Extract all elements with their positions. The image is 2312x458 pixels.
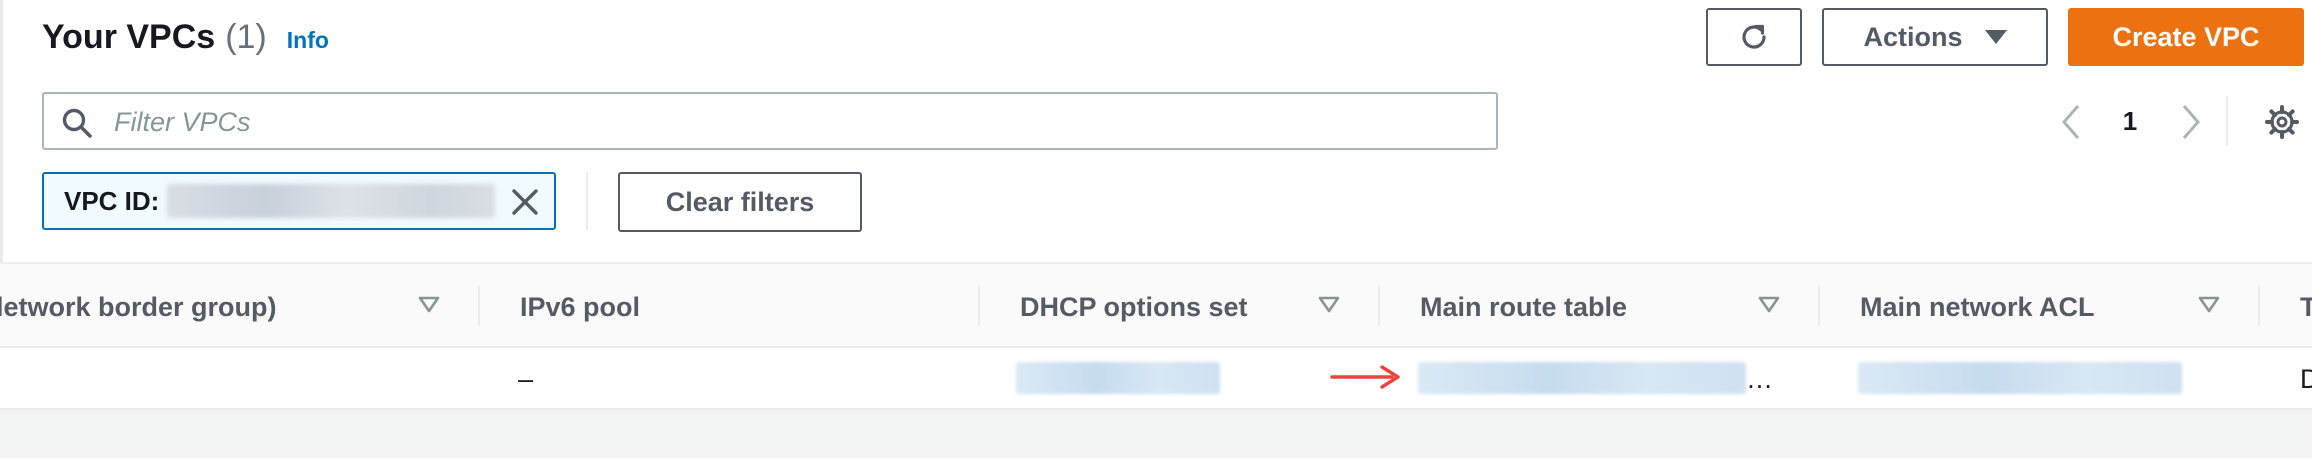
info-link[interactable]: Info bbox=[287, 27, 329, 54]
pagination-divider bbox=[2226, 96, 2228, 146]
refresh-icon bbox=[1742, 24, 1766, 49]
dhcp-options-link-redacted[interactable] bbox=[1016, 362, 1220, 394]
column-divider[interactable] bbox=[1378, 286, 1380, 326]
filter-search-box[interactable] bbox=[42, 92, 1498, 150]
create-vpc-button[interactable]: Create VPC bbox=[2068, 8, 2304, 66]
column-header-truncated[interactable]: T bbox=[2300, 292, 2312, 323]
column-divider[interactable] bbox=[2258, 286, 2260, 326]
filter-token-label: VPC ID: bbox=[64, 185, 160, 216]
truncated-cell: D bbox=[2300, 364, 2312, 394]
column-header-main-route-table[interactable]: Main route table bbox=[1420, 292, 1627, 323]
page-header: Your VPCs (1) Info bbox=[42, 18, 329, 57]
ipv6-pool-cell: – bbox=[518, 364, 534, 394]
column-header-dhcp-options-set[interactable]: DHCP options set bbox=[1020, 292, 1248, 323]
previous-page-icon[interactable] bbox=[2056, 100, 2086, 144]
column-divider[interactable] bbox=[978, 286, 980, 326]
refresh-button[interactable] bbox=[1706, 8, 1802, 66]
sort-caret-icon[interactable] bbox=[418, 296, 440, 314]
sort-caret-icon[interactable] bbox=[1318, 296, 1340, 314]
column-header-main-network-acl[interactable]: Main network ACL bbox=[1860, 292, 2095, 323]
filter-divider bbox=[586, 172, 588, 230]
filter-token-value-redacted bbox=[167, 184, 496, 218]
clear-filters-button[interactable]: Clear filters bbox=[618, 172, 862, 232]
main-network-acl-link-redacted[interactable] bbox=[1858, 362, 2182, 394]
actions-dropdown-button[interactable]: Actions bbox=[1822, 8, 2048, 66]
gear-icon[interactable] bbox=[2264, 104, 2300, 140]
table-header: letwork border group) IPv6 pool DHCP opt… bbox=[0, 264, 2312, 348]
column-divider[interactable] bbox=[478, 286, 480, 326]
actions-label: Actions bbox=[1863, 21, 1963, 52]
route-table-ellipsis: … bbox=[1746, 364, 1773, 394]
filter-vpcs-input[interactable] bbox=[112, 102, 1486, 142]
main-route-table-link-redacted[interactable] bbox=[1418, 362, 1746, 394]
column-header-ipv6-pool[interactable]: IPv6 pool bbox=[520, 292, 640, 323]
next-page-icon[interactable] bbox=[2176, 100, 2206, 144]
current-page-number[interactable]: 1 bbox=[2120, 106, 2140, 137]
remove-filter-icon[interactable] bbox=[510, 187, 540, 217]
caret-down-icon bbox=[1984, 30, 2007, 44]
sort-caret-icon[interactable] bbox=[1758, 296, 1780, 314]
table-row: – … D bbox=[0, 348, 2312, 410]
column-divider[interactable] bbox=[1818, 286, 1820, 326]
vpc-id-filter-token: VPC ID: bbox=[42, 172, 556, 230]
search-icon bbox=[62, 108, 92, 138]
vpc-count: (1) bbox=[225, 18, 267, 56]
sort-caret-icon[interactable] bbox=[2198, 296, 2220, 314]
column-header-network-border-group[interactable]: letwork border group) bbox=[0, 292, 277, 323]
page-title: Your VPCs bbox=[42, 18, 216, 56]
annotation-arrow-icon bbox=[1330, 365, 1400, 389]
